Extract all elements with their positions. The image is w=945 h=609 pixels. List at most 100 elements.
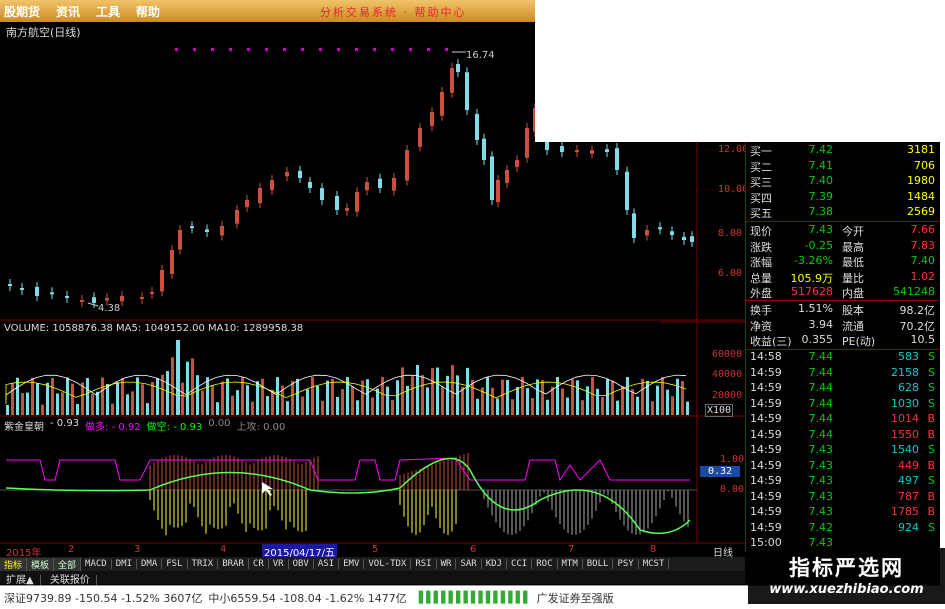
fund-label: 净资 — [750, 319, 772, 333]
indicator-tab[interactable]: CCI — [507, 559, 533, 569]
indicator-tab[interactable]: SAR — [456, 559, 482, 569]
candle-body — [258, 188, 262, 204]
volume-bar — [21, 393, 24, 415]
candle-body — [120, 296, 124, 302]
low-price-label: 4.38 — [98, 303, 121, 314]
volume-bar — [101, 377, 104, 415]
indicator-tab[interactable]: TRIX — [188, 559, 219, 569]
volume-bar — [91, 393, 94, 415]
stat-value: -3.26% — [794, 254, 833, 267]
bid-row: 买二 7.41 706 — [746, 159, 941, 174]
tick-direction: S — [928, 520, 935, 534]
tick-price: 7.43 — [808, 505, 834, 518]
indicator-tab[interactable]: 模板 — [27, 557, 55, 571]
indicator-tab[interactable]: EMV — [339, 559, 365, 569]
volume-bar — [416, 365, 419, 415]
background-area — [535, 0, 945, 142]
stat-label: 外盘 — [750, 287, 772, 300]
volume-bar — [611, 380, 614, 415]
indicator-header: 紫金皇朝 - 0.93 做多: - 0.92 做空: - 0.93 0.00 上… — [4, 418, 285, 433]
candle-body — [682, 236, 686, 240]
signal-dot — [193, 48, 196, 51]
candle-body — [92, 297, 96, 303]
volume-bar — [286, 401, 289, 415]
indicator-tab[interactable]: WR — [437, 559, 457, 569]
indicator-tab[interactable]: DMI — [112, 559, 137, 569]
indicator-tab[interactable]: OBV — [289, 559, 314, 569]
indicator-tab[interactable]: 指标 — [0, 557, 28, 571]
volume-bar — [26, 392, 29, 415]
stat-label: 最低 — [842, 256, 864, 269]
indicator-tab[interactable]: MACD — [81, 559, 112, 569]
volume-bar — [576, 380, 579, 415]
volume-ytick: 60000 — [712, 349, 743, 360]
candle-body — [235, 210, 239, 224]
candle-body — [430, 112, 434, 127]
signal-dot — [229, 48, 232, 51]
tick-price: 7.44 — [808, 396, 834, 410]
indicator-tab[interactable]: ASI — [314, 559, 340, 569]
indicator-tab[interactable]: CR — [249, 559, 269, 569]
quote-separator — [746, 221, 941, 222]
volume-bar — [676, 378, 679, 415]
indicator-tab[interactable]: BOLL — [583, 559, 614, 569]
indicator-tab[interactable]: 全部 — [54, 557, 82, 571]
tick-direction: S — [928, 365, 935, 379]
stat-label: 量比 — [842, 271, 864, 285]
indicator-tab[interactable]: FSL — [162, 559, 188, 569]
volume-bar — [271, 389, 274, 415]
indicator-tab[interactable]: ROC — [532, 559, 558, 569]
price-ytick: 10.00 — [718, 184, 749, 195]
date-tick: 3 — [134, 544, 141, 555]
candle-body — [632, 213, 636, 238]
indicator-tab[interactable]: MCST — [639, 559, 670, 569]
indicator-tab[interactable]: DMA — [137, 559, 163, 569]
broker-name: 广发证券至强版 — [536, 591, 614, 605]
stat-row: 现价 7.43 今开 7.66 — [746, 223, 941, 238]
indicator-tab[interactable]: VR — [269, 559, 289, 569]
volume-bar — [451, 365, 454, 415]
volume-bar — [141, 384, 144, 415]
indicator-tab[interactable]: BRAR — [218, 559, 249, 569]
stat-value: 105.9万 — [790, 271, 834, 285]
volume-bar — [686, 401, 689, 415]
volume-bar — [276, 377, 279, 415]
progress-indicator: ▌▌▌▌▌▌▌▌▌▌▌▌▌▌▌ — [418, 591, 532, 604]
fund-label: 收益(三) — [750, 335, 792, 348]
volume-bar — [596, 388, 599, 415]
stat-label: 涨幅 — [750, 256, 772, 269]
stat-value: 7.83 — [910, 238, 936, 252]
volume-bar — [506, 379, 509, 415]
indicator-tab[interactable]: PSY — [613, 559, 639, 569]
indicator-attack: 上攻: 0.00 — [236, 422, 286, 433]
indicator-tab[interactable]: MTM — [558, 559, 583, 569]
fund-value: 3.94 — [808, 317, 834, 331]
volume-bar — [266, 396, 269, 415]
volume-bar — [376, 388, 379, 415]
volume-bar — [71, 383, 74, 415]
indicator-tab[interactable]: RSI — [411, 559, 437, 569]
volume-bar — [221, 381, 224, 415]
candle-body — [465, 72, 469, 110]
candle-body — [160, 270, 164, 292]
stat-row: 涨跌 -0.25 最高 7.83 — [746, 239, 941, 254]
tick-row: 14:59 7.43 1540 S — [746, 443, 941, 458]
signal-dot — [391, 48, 394, 51]
volume-bar — [591, 377, 594, 415]
stock-software-window: { "menu": ["股期货", "资讯", "工具", "帮助"], "me… — [0, 0, 945, 609]
peak-price-label: 16.74 — [466, 50, 495, 61]
date-tick: 6 — [470, 544, 477, 555]
volume-bar — [311, 377, 314, 415]
volume-bar — [566, 397, 569, 415]
price-ytick: 12.00 — [718, 144, 749, 155]
indicator-tab[interactable]: KDJ — [482, 559, 507, 569]
tick-direction: S — [928, 396, 935, 410]
fund-label: 流通 — [842, 319, 864, 333]
tick-row: 14:59 7.43 787 B — [746, 490, 941, 505]
fund-row: 收益(三) 0.355 PE(动) 10.5 — [746, 333, 941, 348]
index-zx: 中小6559.54 -108.04 -1.62% 1477亿 — [208, 591, 407, 605]
indicator-tab[interactable]: VOL-TDX — [364, 559, 412, 569]
volume-bar — [326, 380, 329, 415]
volume-bar — [36, 383, 39, 415]
tick-volume: 1014 — [891, 412, 919, 425]
